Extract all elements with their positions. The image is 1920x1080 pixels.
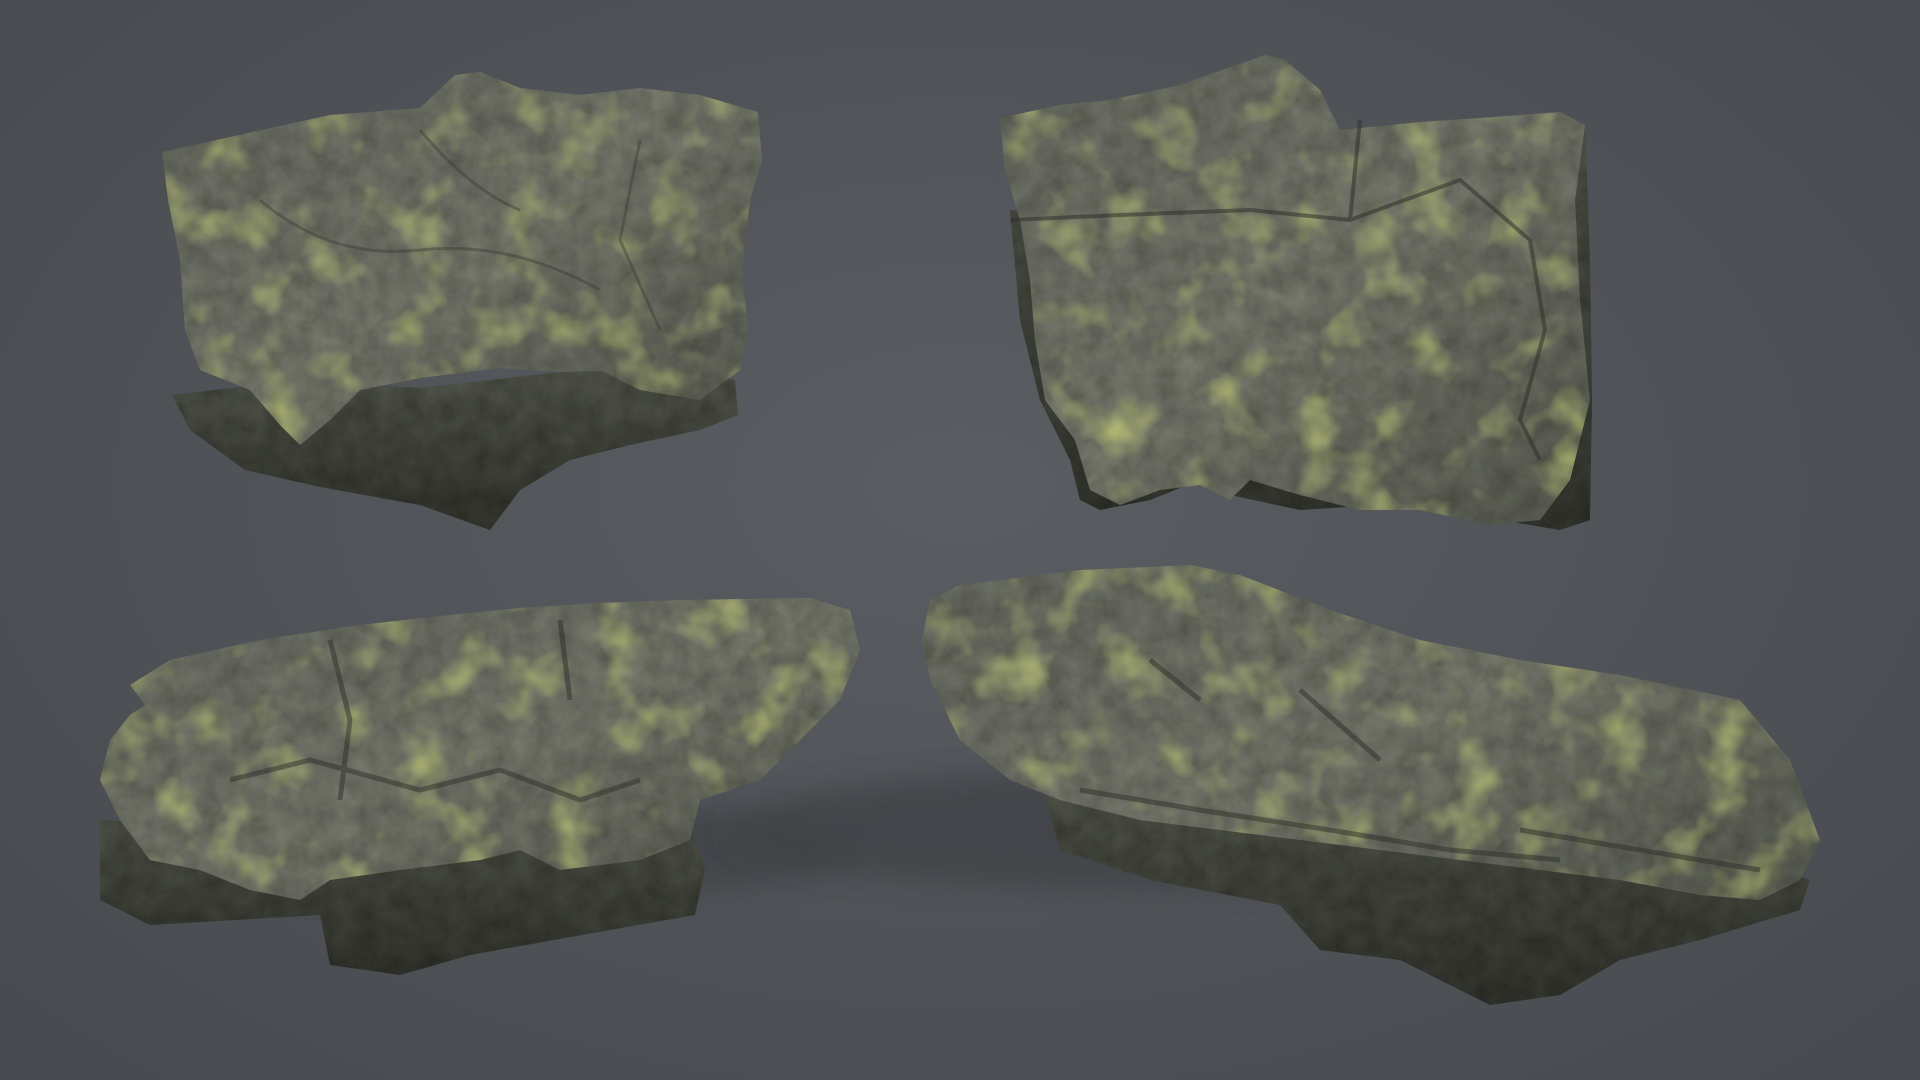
render-viewport: [0, 0, 1920, 1080]
rock-top-right: [1000, 55, 1592, 530]
rock-bottom-left: [100, 598, 860, 975]
rock-render-canvas: [100, 55, 1820, 1005]
rock-top-left: [162, 72, 762, 530]
rock-bottom-right: [730, 565, 1820, 1005]
